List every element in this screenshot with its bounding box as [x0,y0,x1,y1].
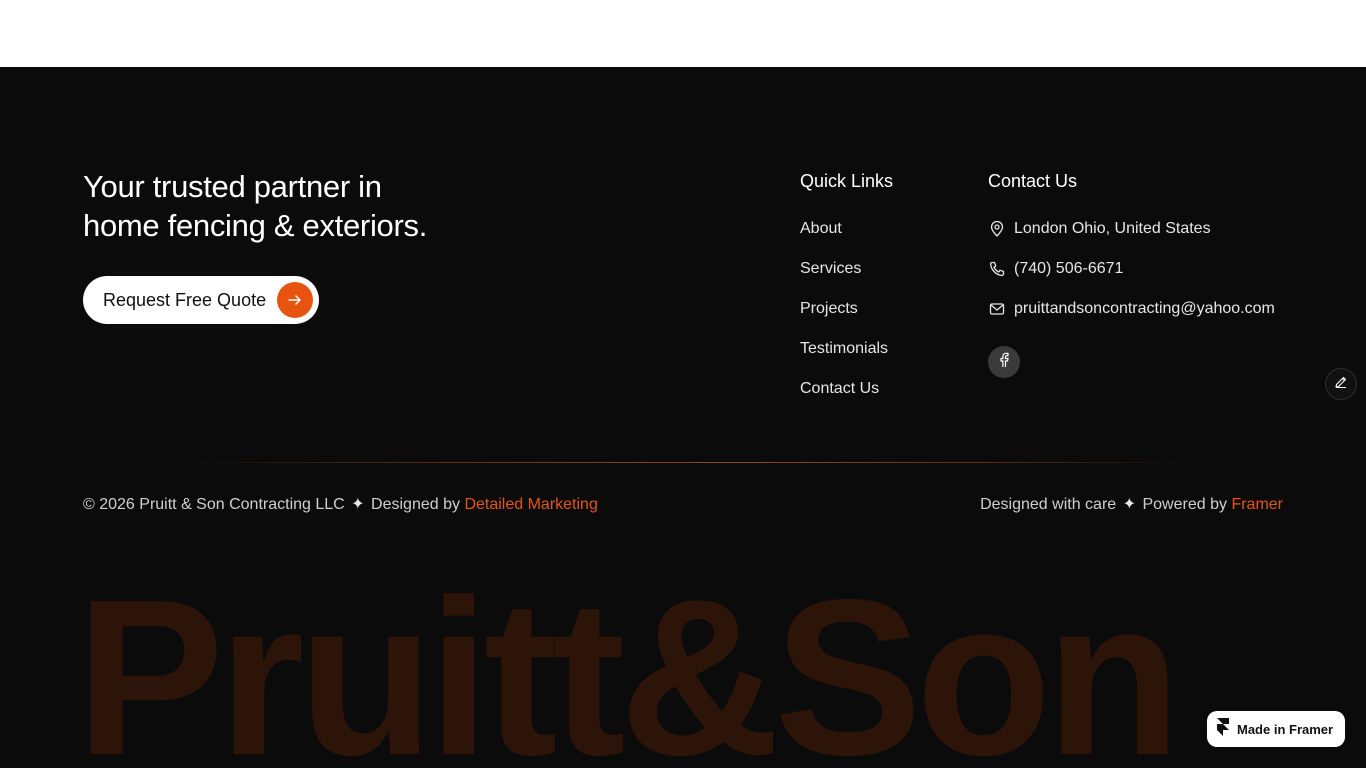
big-wordmark: Pruitt&Son [76,554,1181,768]
care-text: Designed with care [980,496,1117,513]
contact-heading: Contact Us [988,171,1078,191]
powered-by-prefix: Powered by [1142,496,1227,513]
contact-address: London Ohio, United States [988,219,1275,259]
quick-link-services[interactable]: Services [800,259,888,299]
copyright-line: © 2026 Pruitt & Son Contracting LLC ✦ De… [83,494,598,514]
address-text: London Ohio, United States [1014,220,1211,237]
phone-text: (740) 506-6671 [1014,260,1124,277]
made-in-framer-badge[interactable]: Made in Framer [1207,711,1345,747]
top-white-strip [0,0,1366,67]
mail-icon [988,299,1006,319]
footer-tagline: Your trusted partner in home fencing & e… [83,167,503,245]
quick-link-about[interactable]: About [800,219,888,259]
location-pin-icon [988,219,1006,239]
tagline-line-2: home fencing & exteriors. [83,208,428,243]
quick-links-list: About Services Projects Testimonials Con… [800,219,888,419]
request-quote-button[interactable]: Request Free Quote [83,276,319,324]
footer-divider [180,462,1190,463]
powered-by-line: Designed with care ✦ Powered by Framer [980,494,1283,514]
tagline-line-1: Your trusted partner in [83,169,382,204]
pencil-icon [1334,375,1348,394]
copyright-text: © 2026 Pruitt & Son Contracting LLC [83,496,345,513]
phone-icon [988,259,1006,279]
quick-link-projects[interactable]: Projects [800,299,888,339]
quick-link-testimonials[interactable]: Testimonials [800,339,888,379]
designer-link[interactable]: Detailed Marketing [464,496,597,513]
sparkle-icon: ✦ [1122,496,1137,513]
quick-links-heading: Quick Links [800,171,894,191]
designed-by-prefix: Designed by [371,496,460,513]
edit-pencil-button[interactable] [1325,368,1357,400]
framer-badge-label: Made in Framer [1237,721,1334,737]
request-quote-label: Request Free Quote [103,289,267,310]
facebook-button[interactable] [988,346,1020,378]
arrow-right-icon [277,282,313,318]
contact-phone[interactable]: (740) 506-6671 [988,259,1275,299]
quick-link-contact-us[interactable]: Contact Us [800,379,888,419]
sparkle-icon: ✦ [351,496,365,513]
contact-email[interactable]: pruittandsoncontracting@yahoo.com [988,299,1275,339]
facebook-icon [999,352,1009,373]
framer-logo-icon [1217,717,1229,741]
email-text: pruittandsoncontracting@yahoo.com [1014,300,1275,317]
framer-link[interactable]: Framer [1231,496,1283,513]
site-footer: Your trusted partner in home fencing & e… [0,67,1366,768]
contact-list: London Ohio, United States (740) 506-667… [988,219,1275,339]
